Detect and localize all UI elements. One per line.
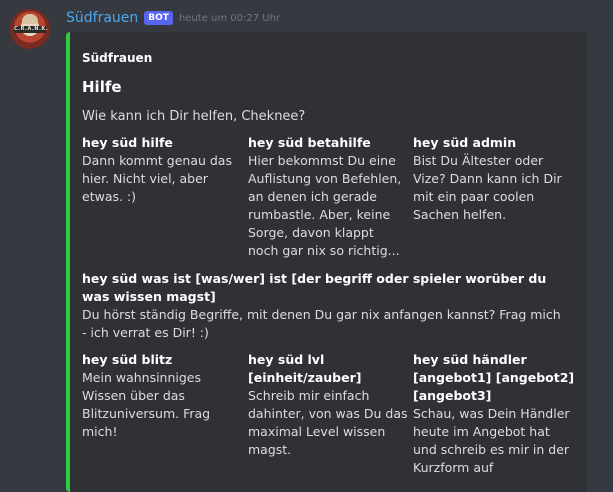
message-header: Südfrauen BOT heute um 00:27 Uhr	[66, 8, 280, 28]
timestamp[interactable]: heute um 00:27 Uhr	[179, 13, 280, 24]
field-value: Schau, was Dein Händler heute im Angebot…	[413, 406, 570, 475]
field-value: Dann kommt genau das hier. Nicht viel, a…	[82, 153, 232, 204]
avatar-crest-top	[22, 14, 38, 24]
field-admin: hey süd admin Bist Du Ältester oder Vize…	[413, 134, 577, 224]
username[interactable]: Südfrauen	[66, 10, 138, 26]
bot-tag: BOT	[144, 11, 173, 25]
field-value: Mein wahnsinniges Wissen über das Blitzu…	[82, 370, 211, 439]
field-name: hey süd hilfe	[82, 135, 173, 150]
embed-description: Wie kann ich Dir helfen, Cheknee?	[82, 109, 306, 124]
field-name: hey süd blitz	[82, 352, 173, 367]
field-hilfe: hey süd hilfe Dann kommt genau das hier.…	[82, 134, 242, 206]
field-blitz: hey süd blitz Mein wahnsinniges Wissen ü…	[82, 351, 242, 441]
help-embed: Südfrauen Hilfe Wie kann ich Dir helfen,…	[66, 32, 587, 492]
embed-author: Südfrauen	[82, 51, 153, 65]
field-name: hey süd betahilfe	[248, 135, 371, 150]
field-betahilfe: hey süd betahilfe Hier bekommst Du eine …	[248, 134, 408, 260]
field-value: Du hörst ständig Begriffe, mit denen Du …	[82, 307, 561, 340]
field-value: Hier bekommst Du eine Auflistung von Bef…	[248, 153, 402, 258]
field-name: hey süd händler [angebot1] [angebot2] [a…	[413, 352, 575, 403]
field-name: hey süd was ist [was/wer] ist [der begri…	[82, 271, 547, 304]
field-value: Bist Du Ältester oder Vize? Dann kann ic…	[413, 153, 562, 222]
avatar-crest-text: C.R.A.N.K.	[14, 26, 49, 33]
bot-avatar[interactable]: C.R.A.N.K.	[10, 9, 50, 49]
field-value: Schreib mir einfach dahinter, von was Du…	[248, 388, 408, 457]
field-lvl: hey süd lvl [einheit/zauber] Schreib mir…	[248, 351, 408, 459]
field-name: hey süd admin	[413, 135, 517, 150]
field-name: hey süd lvl [einheit/zauber]	[248, 352, 362, 385]
field-haendler: hey süd händler [angebot1] [angebot2] [a…	[413, 351, 577, 477]
field-was-ist: hey süd was ist [was/wer] ist [der begri…	[82, 270, 562, 342]
embed-title: Hilfe	[82, 78, 122, 96]
